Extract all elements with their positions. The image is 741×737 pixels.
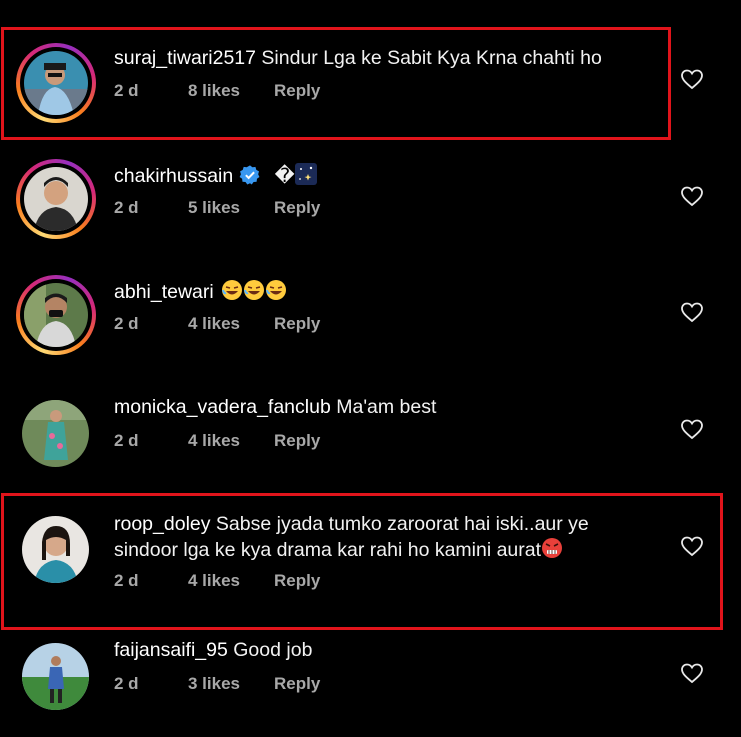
avatar[interactable]	[22, 516, 89, 583]
comment-likes[interactable]: 4 likes	[188, 314, 274, 334]
comment-age: 2 d	[114, 431, 139, 450]
comment-meta: 2 d 5 likes Reply	[114, 198, 320, 218]
comment-meta: 2 d 8 likes Reply	[114, 81, 320, 101]
comment-body: �	[274, 165, 295, 187]
comment-username[interactable]: suraj_tiwari2517	[114, 47, 256, 69]
enraged-face-emoji-icon	[542, 538, 563, 558]
comment-text: suraj_tiwari2517 Sindur Lga ke Sabit Kya…	[114, 46, 602, 71]
comment-likes[interactable]: 5 likes	[188, 198, 274, 218]
heart-icon[interactable]	[680, 661, 704, 685]
comment-text: roop_doley Sabse jyada tumko zaroorat ha…	[114, 512, 614, 563]
avatar-story-ring[interactable]	[16, 159, 96, 239]
comment-age: 2 d	[114, 314, 139, 333]
comment-likes[interactable]: 8 likes	[188, 81, 274, 101]
heart-icon[interactable]	[680, 417, 704, 441]
highlight-box-1	[1, 27, 671, 140]
verified-badge-icon	[239, 165, 260, 185]
heart-icon[interactable]	[680, 184, 704, 208]
comment-likes[interactable]: 4 likes	[188, 571, 274, 591]
heart-icon[interactable]	[680, 534, 704, 558]
comment-username[interactable]: faijansaifi_95	[114, 639, 228, 661]
comment-age: 2 d	[114, 571, 139, 590]
avatar[interactable]	[22, 400, 89, 467]
avatar-story-ring[interactable]	[16, 43, 96, 123]
reply-button[interactable]: Reply	[274, 674, 320, 694]
comment-meta: 2 d 3 likes Reply	[114, 674, 320, 694]
comment-age: 2 d	[114, 81, 139, 100]
comment-text: faijansaifi_95 Good job	[114, 638, 312, 663]
laughing-emoji-icon	[221, 279, 287, 305]
comment-body: Good job	[233, 639, 313, 661]
heart-icon[interactable]	[680, 300, 704, 324]
comment-meta: 2 d 4 likes Reply	[114, 431, 320, 451]
comment-likes[interactable]: 3 likes	[188, 674, 274, 694]
comment-text: chakirhussain �	[114, 163, 317, 189]
avatar	[24, 283, 88, 347]
reply-button[interactable]: Reply	[274, 198, 320, 218]
comment-username[interactable]: abhi_tewari	[114, 281, 214, 303]
reply-button[interactable]: Reply	[274, 431, 320, 451]
comment-body: Ma'am best	[336, 396, 437, 418]
comment-text: monicka_vadera_fanclub Ma'am best	[114, 395, 436, 420]
reply-button[interactable]: Reply	[274, 81, 320, 101]
night-sky-emoji-icon	[294, 163, 317, 185]
comment-username[interactable]: monicka_vadera_fanclub	[114, 396, 331, 418]
comment-meta: 2 d 4 likes Reply	[114, 571, 320, 591]
avatar	[24, 51, 88, 115]
comment-username[interactable]: chakirhussain	[114, 165, 233, 187]
comment-likes[interactable]: 4 likes	[188, 431, 274, 451]
comment-meta: 2 d 4 likes Reply	[114, 314, 320, 334]
reply-button[interactable]: Reply	[274, 571, 320, 591]
comment-age: 2 d	[114, 198, 139, 217]
comment-text: abhi_tewari	[114, 279, 287, 305]
comment-username[interactable]: roop_doley	[114, 513, 211, 535]
comment-body: Sindur Lga ke Sabit Kya Krna chahti ho	[261, 47, 602, 69]
comment-age: 2 d	[114, 674, 139, 693]
avatar-story-ring[interactable]	[16, 275, 96, 355]
reply-button[interactable]: Reply	[274, 314, 320, 334]
heart-icon[interactable]	[680, 67, 704, 91]
avatar	[24, 167, 88, 231]
avatar[interactable]	[22, 643, 89, 710]
